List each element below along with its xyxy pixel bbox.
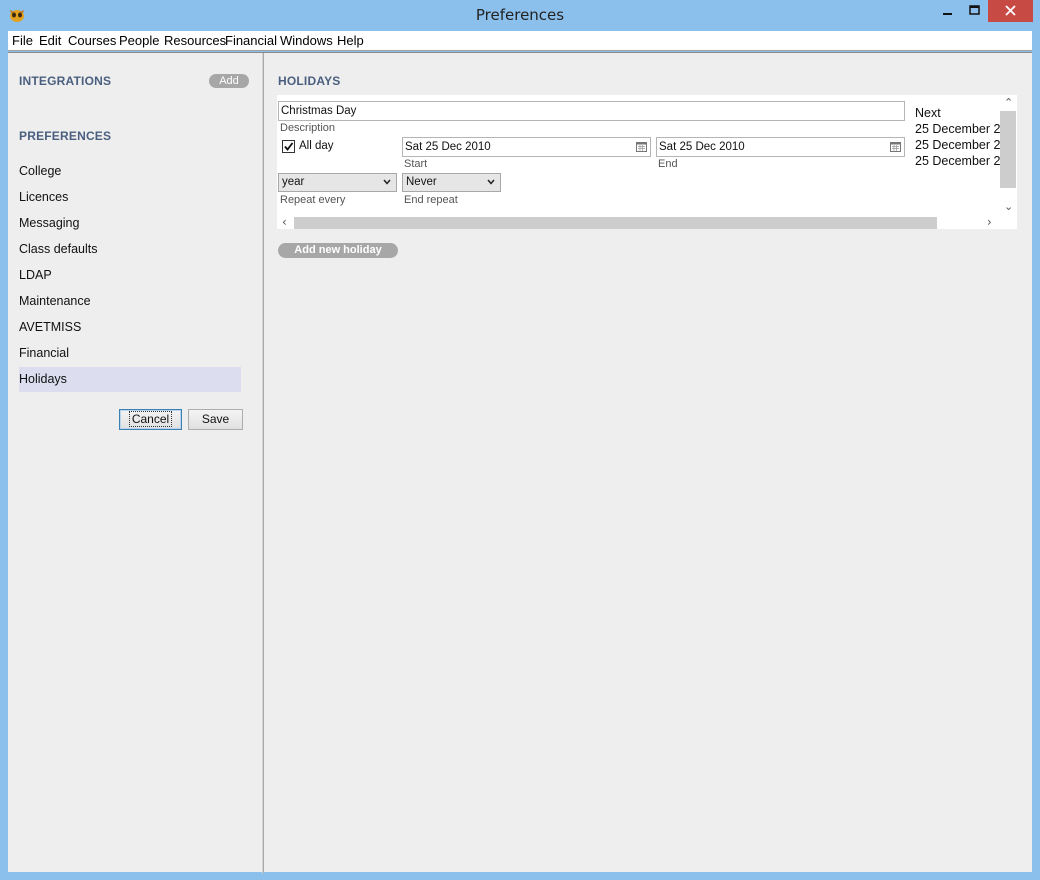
sidebar-divider: [262, 53, 264, 873]
vertical-scrollbar[interactable]: ⌃ ⌄: [1000, 95, 1017, 217]
all-day-checkbox[interactable]: [282, 140, 295, 153]
scroll-down-icon[interactable]: ⌄: [1004, 201, 1013, 212]
menu-courses[interactable]: Courses: [68, 33, 116, 48]
repeat-every-label: Repeat every: [280, 194, 346, 206]
holiday-list-panel: Christmas Day Description All day Sat 25…: [277, 95, 1017, 229]
menu-people[interactable]: People: [119, 33, 159, 48]
next-date: 25 December 2: [915, 138, 1000, 152]
scroll-right-icon[interactable]: ›: [987, 216, 992, 228]
holidays-heading: HOLIDAYS: [278, 74, 341, 88]
title-bar: Preferences: [0, 0, 1040, 31]
next-date: 25 December 2: [915, 154, 1000, 168]
repeat-every-select[interactable]: year: [278, 173, 397, 192]
next-occurrences: Next 25 December 2 25 December 2 25 Dece…: [915, 105, 1000, 169]
menu-bar: File Edit Courses People Resources Finan…: [8, 31, 1032, 51]
menu-windows[interactable]: Windows: [280, 33, 333, 48]
next-date: 25 December 2: [915, 122, 1000, 136]
sidebar-item-holidays[interactable]: Holidays: [19, 367, 241, 392]
close-icon: [1005, 5, 1016, 16]
end-repeat-label: End repeat: [404, 194, 458, 206]
sidebar-item-messaging[interactable]: Messaging: [19, 211, 241, 236]
end-label: End: [658, 158, 678, 170]
sidebar-item-maintenance[interactable]: Maintenance: [19, 289, 241, 314]
sidebar-item-licences[interactable]: Licences: [19, 185, 241, 210]
scroll-left-icon[interactable]: ‹: [282, 216, 287, 228]
end-date-value: Sat 25 Dec 2010: [659, 141, 745, 153]
repeat-every-value: year: [282, 176, 305, 188]
close-button[interactable]: [988, 0, 1033, 22]
end-repeat-select[interactable]: Never: [402, 173, 501, 192]
scroll-up-icon[interactable]: ⌃: [1004, 97, 1013, 108]
checkmark-icon: [284, 142, 294, 151]
content-area: INTEGRATIONS Add PREFERENCES College Lic…: [8, 52, 1032, 873]
description-input[interactable]: Christmas Day: [278, 101, 905, 121]
sidebar-item-avetmiss[interactable]: AVETMISS: [19, 315, 241, 340]
sidebar-item-class-defaults[interactable]: Class defaults: [19, 237, 241, 262]
chevron-down-icon: [383, 179, 391, 185]
start-date-value: Sat 25 Dec 2010: [405, 141, 491, 153]
save-button[interactable]: Save: [188, 409, 243, 430]
menu-file[interactable]: File: [12, 33, 33, 48]
maximize-button[interactable]: [961, 0, 987, 22]
sidebar-item-ldap[interactable]: LDAP: [19, 263, 241, 288]
calendar-icon[interactable]: [636, 141, 647, 152]
sidebar-item-financial[interactable]: Financial: [19, 341, 241, 366]
sidebar-item-college[interactable]: College: [19, 159, 241, 184]
window-title: Preferences: [475, 6, 565, 24]
cancel-button[interactable]: Cancel: [119, 409, 182, 430]
start-date-input[interactable]: Sat 25 Dec 2010: [402, 137, 651, 157]
menu-help[interactable]: Help: [337, 33, 364, 48]
calendar-icon[interactable]: [890, 141, 901, 152]
menu-edit[interactable]: Edit: [39, 33, 61, 48]
minimize-button[interactable]: [934, 0, 960, 22]
add-integration-button[interactable]: Add: [209, 74, 249, 88]
maximize-icon: [969, 5, 980, 15]
chevron-down-icon: [487, 179, 495, 185]
next-heading: Next: [915, 106, 941, 120]
end-repeat-value: Never: [406, 176, 437, 188]
menu-resources[interactable]: Resources: [164, 33, 226, 48]
all-day-label: All day: [299, 140, 334, 152]
minimize-icon: [943, 13, 952, 15]
preferences-heading: PREFERENCES: [19, 129, 112, 143]
start-label: Start: [404, 158, 428, 170]
integrations-heading: INTEGRATIONS: [19, 74, 112, 88]
vertical-scroll-thumb[interactable]: [1000, 111, 1016, 188]
horizontal-scroll-thumb[interactable]: [294, 217, 937, 229]
description-label: Description: [280, 122, 336, 134]
add-new-holiday-button[interactable]: Add new holiday: [278, 243, 398, 258]
cancel-label: Cancel: [128, 411, 173, 427]
end-date-input[interactable]: Sat 25 Dec 2010: [656, 137, 905, 157]
horizontal-scrollbar[interactable]: ‹ ›: [277, 216, 1000, 229]
menu-financial[interactable]: Financial: [225, 33, 277, 48]
